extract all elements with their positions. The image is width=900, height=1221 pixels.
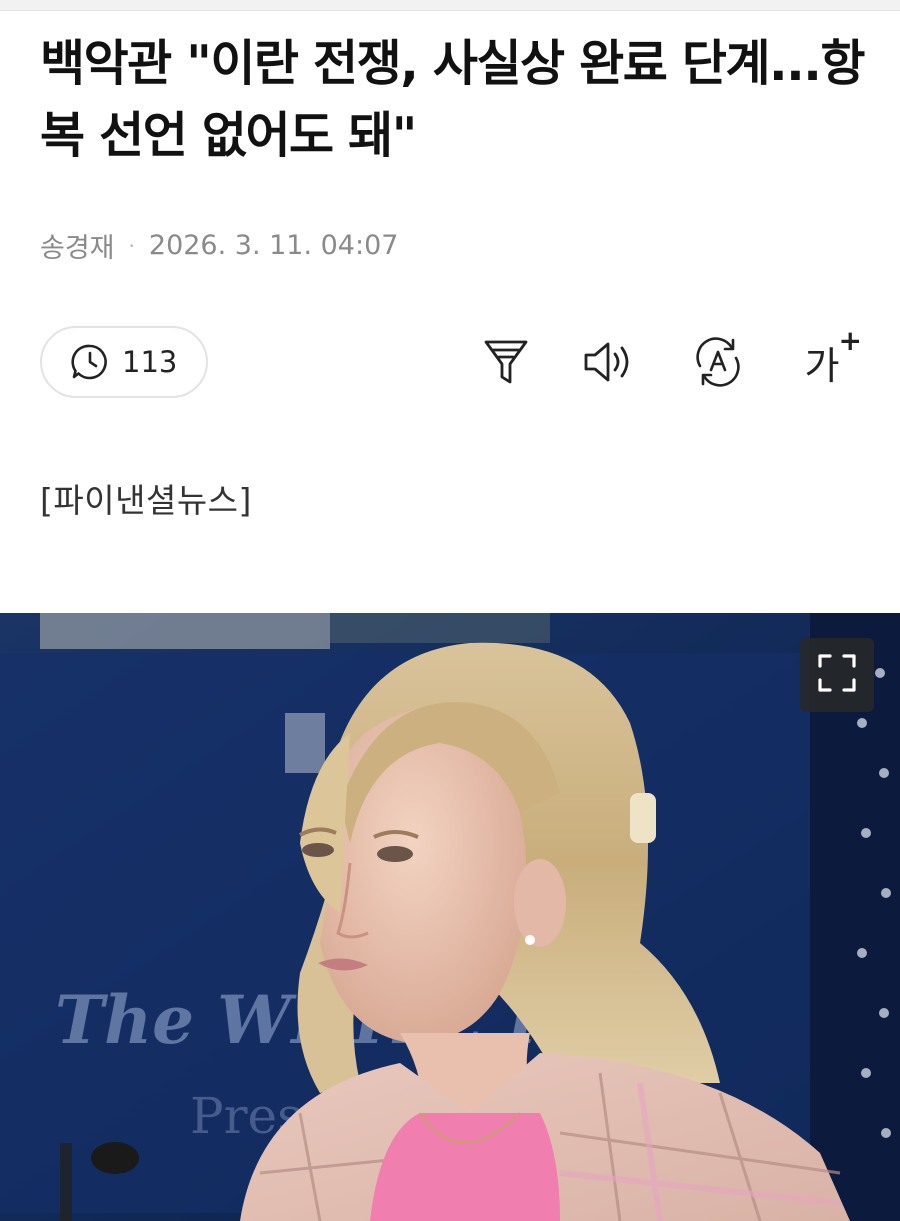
translate-button[interactable]	[690, 334, 746, 390]
speaker-icon	[582, 337, 638, 387]
font-size-button[interactable]: 가 +	[794, 324, 862, 390]
summary-button[interactable]	[478, 334, 534, 390]
comment-button[interactable]: 113	[40, 326, 208, 398]
byline-separator: ·	[128, 233, 135, 258]
font-size-label: 가	[804, 343, 840, 388]
author-name[interactable]: 송경재	[40, 226, 115, 265]
article-headline: 백악관 "이란 전쟁, 사실상 완료 단계...항복 선언 없어도 돼"	[40, 35, 865, 164]
publish-date: 2026. 3. 11. 04:07	[148, 230, 399, 261]
article-photo[interactable]: The WHITE H Press Brie	[0, 613, 900, 1221]
translate-a-icon	[692, 336, 744, 388]
comment-clock-icon	[70, 342, 110, 382]
article-source: [파이낸셜뉴스]	[40, 481, 252, 520]
photo-expand-button[interactable]	[800, 638, 874, 712]
comment-count: 113	[122, 345, 178, 379]
top-divider	[0, 0, 900, 11]
byline: 송경재 · 2026. 3. 11. 04:07	[40, 226, 398, 265]
fullscreen-expand-icon	[816, 652, 858, 698]
listen-button[interactable]	[582, 334, 638, 390]
filter-funnel-icon	[482, 337, 530, 387]
font-size-plus: +	[838, 324, 862, 357]
